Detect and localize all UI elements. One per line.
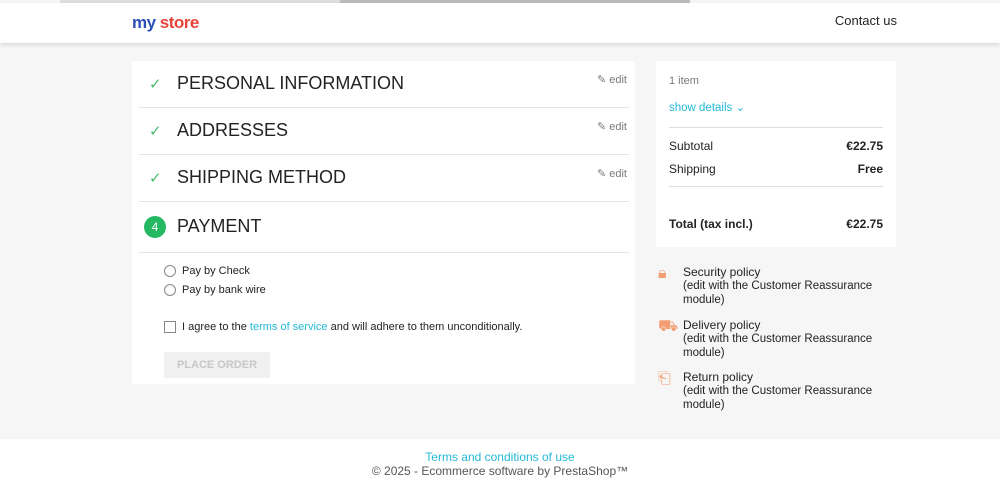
edit-label: edit bbox=[609, 74, 627, 86]
edit-label: edit bbox=[609, 121, 627, 133]
check-icon: ✓ bbox=[149, 76, 162, 93]
value: Free bbox=[857, 162, 883, 176]
site-header: my store Contact us bbox=[0, 3, 1000, 43]
label: Shipping bbox=[669, 162, 716, 176]
check-icon: ✓ bbox=[149, 123, 162, 140]
terms-of-service-link[interactable]: terms of service bbox=[250, 321, 328, 333]
store-logo[interactable]: my store bbox=[132, 13, 199, 33]
option-label: Pay by Check bbox=[182, 265, 250, 277]
terms-text: I agree to the bbox=[182, 321, 250, 333]
option-label: Pay by bank wire bbox=[182, 284, 266, 296]
edit-button[interactable]: ✎ edit bbox=[597, 167, 627, 180]
contact-us-link[interactable]: Contact us bbox=[835, 13, 897, 28]
divider bbox=[669, 127, 883, 128]
title: Security policy bbox=[683, 265, 761, 279]
checkout-steps: ✓ PERSONAL INFORMATION ✎ edit ✓ ADDRESSES ✎ … bbox=[132, 61, 635, 384]
truck-icon: ⛟ bbox=[658, 318, 679, 335]
item-count: 1 item bbox=[669, 75, 883, 87]
desc: (edit with the Customer Reassurance modu… bbox=[683, 385, 873, 411]
step-title: ADDRESSES bbox=[177, 120, 289, 140]
shipping-row: Shipping Free bbox=[669, 162, 883, 176]
desc: (edit with the Customer Reassurance modu… bbox=[683, 333, 873, 359]
cart-summary: 1 item show details ⌄ Subtotal €22.75 Shi… bbox=[656, 61, 896, 247]
show-details-label: show details bbox=[669, 102, 733, 114]
edit-label: edit bbox=[609, 168, 627, 180]
subtotal-row: Subtotal €22.75 bbox=[669, 139, 883, 153]
desc: (edit with the Customer Reassurance modu… bbox=[683, 280, 873, 306]
check-icon: ✓ bbox=[149, 170, 162, 187]
copyright: © 2025 - Ecommerce software by PrestaSho… bbox=[371, 464, 629, 478]
item-count-text: 1 item bbox=[669, 75, 699, 87]
reassurance-security: 🔒︎ Security policy (edit with the Customer… bbox=[656, 265, 896, 307]
step-title: PERSONAL INFORMATION bbox=[177, 73, 405, 93]
terms-agreement[interactable]: I agree to the terms of service and will… bbox=[164, 321, 522, 333]
title: Delivery policy bbox=[683, 318, 761, 332]
step-shipping-method[interactable]: ✓ SHIPPING METHOD ✎ edit bbox=[139, 155, 629, 202]
step-personal-information[interactable]: ✓ PERSONAL INFORMATION ✎ edit bbox=[139, 61, 629, 108]
value: €22.75 bbox=[846, 139, 883, 153]
show-details-link[interactable]: show details ⌄ bbox=[669, 100, 883, 114]
footer: Terms and conditions of use © 2025 - Eco… bbox=[0, 439, 1000, 486]
step-number: 4 bbox=[144, 216, 166, 238]
chevron-down-icon: ⌄ bbox=[735, 102, 746, 114]
title: Return policy bbox=[683, 370, 754, 384]
step-title: PAYMENT bbox=[177, 216, 262, 236]
reassurance-delivery: ⛟ Delivery policy (edit with the Customer … bbox=[656, 318, 896, 360]
step-title: SHIPPING METHOD bbox=[177, 167, 347, 187]
pay-by-check-option[interactable]: Pay by Check bbox=[164, 265, 250, 277]
step-addresses[interactable]: ✓ ADDRESSES ✎ edit bbox=[139, 108, 629, 155]
edit-button[interactable]: ✎ edit bbox=[597, 73, 627, 86]
edit-button[interactable]: ✎ edit bbox=[597, 120, 627, 133]
reassurance-return: ⎗ Return policy (edit with the Customer Re… bbox=[656, 370, 896, 412]
label: Total (tax incl.) bbox=[669, 217, 753, 231]
terms-conditions-link[interactable]: Terms and conditions of use bbox=[425, 450, 574, 464]
label: Subtotal bbox=[669, 139, 714, 153]
terms-checkbox[interactable] bbox=[164, 321, 176, 333]
place-order-button[interactable]: PLACE ORDER bbox=[164, 352, 270, 378]
value: €22.75 bbox=[846, 217, 883, 231]
return-package-icon: ⎗ bbox=[658, 370, 671, 387]
total-row: Total (tax incl.) €22.75 bbox=[669, 217, 883, 231]
lock-icon: 🔒︎ bbox=[658, 265, 667, 282]
pay-by-bank-wire-option[interactable]: Pay by bank wire bbox=[164, 284, 266, 296]
terms-text: and will adhere to them unconditionally. bbox=[327, 321, 523, 333]
divider bbox=[669, 186, 883, 187]
step-payment: 4 PAYMENT bbox=[139, 202, 629, 253]
radio[interactable] bbox=[164, 265, 176, 277]
radio[interactable] bbox=[164, 284, 176, 296]
